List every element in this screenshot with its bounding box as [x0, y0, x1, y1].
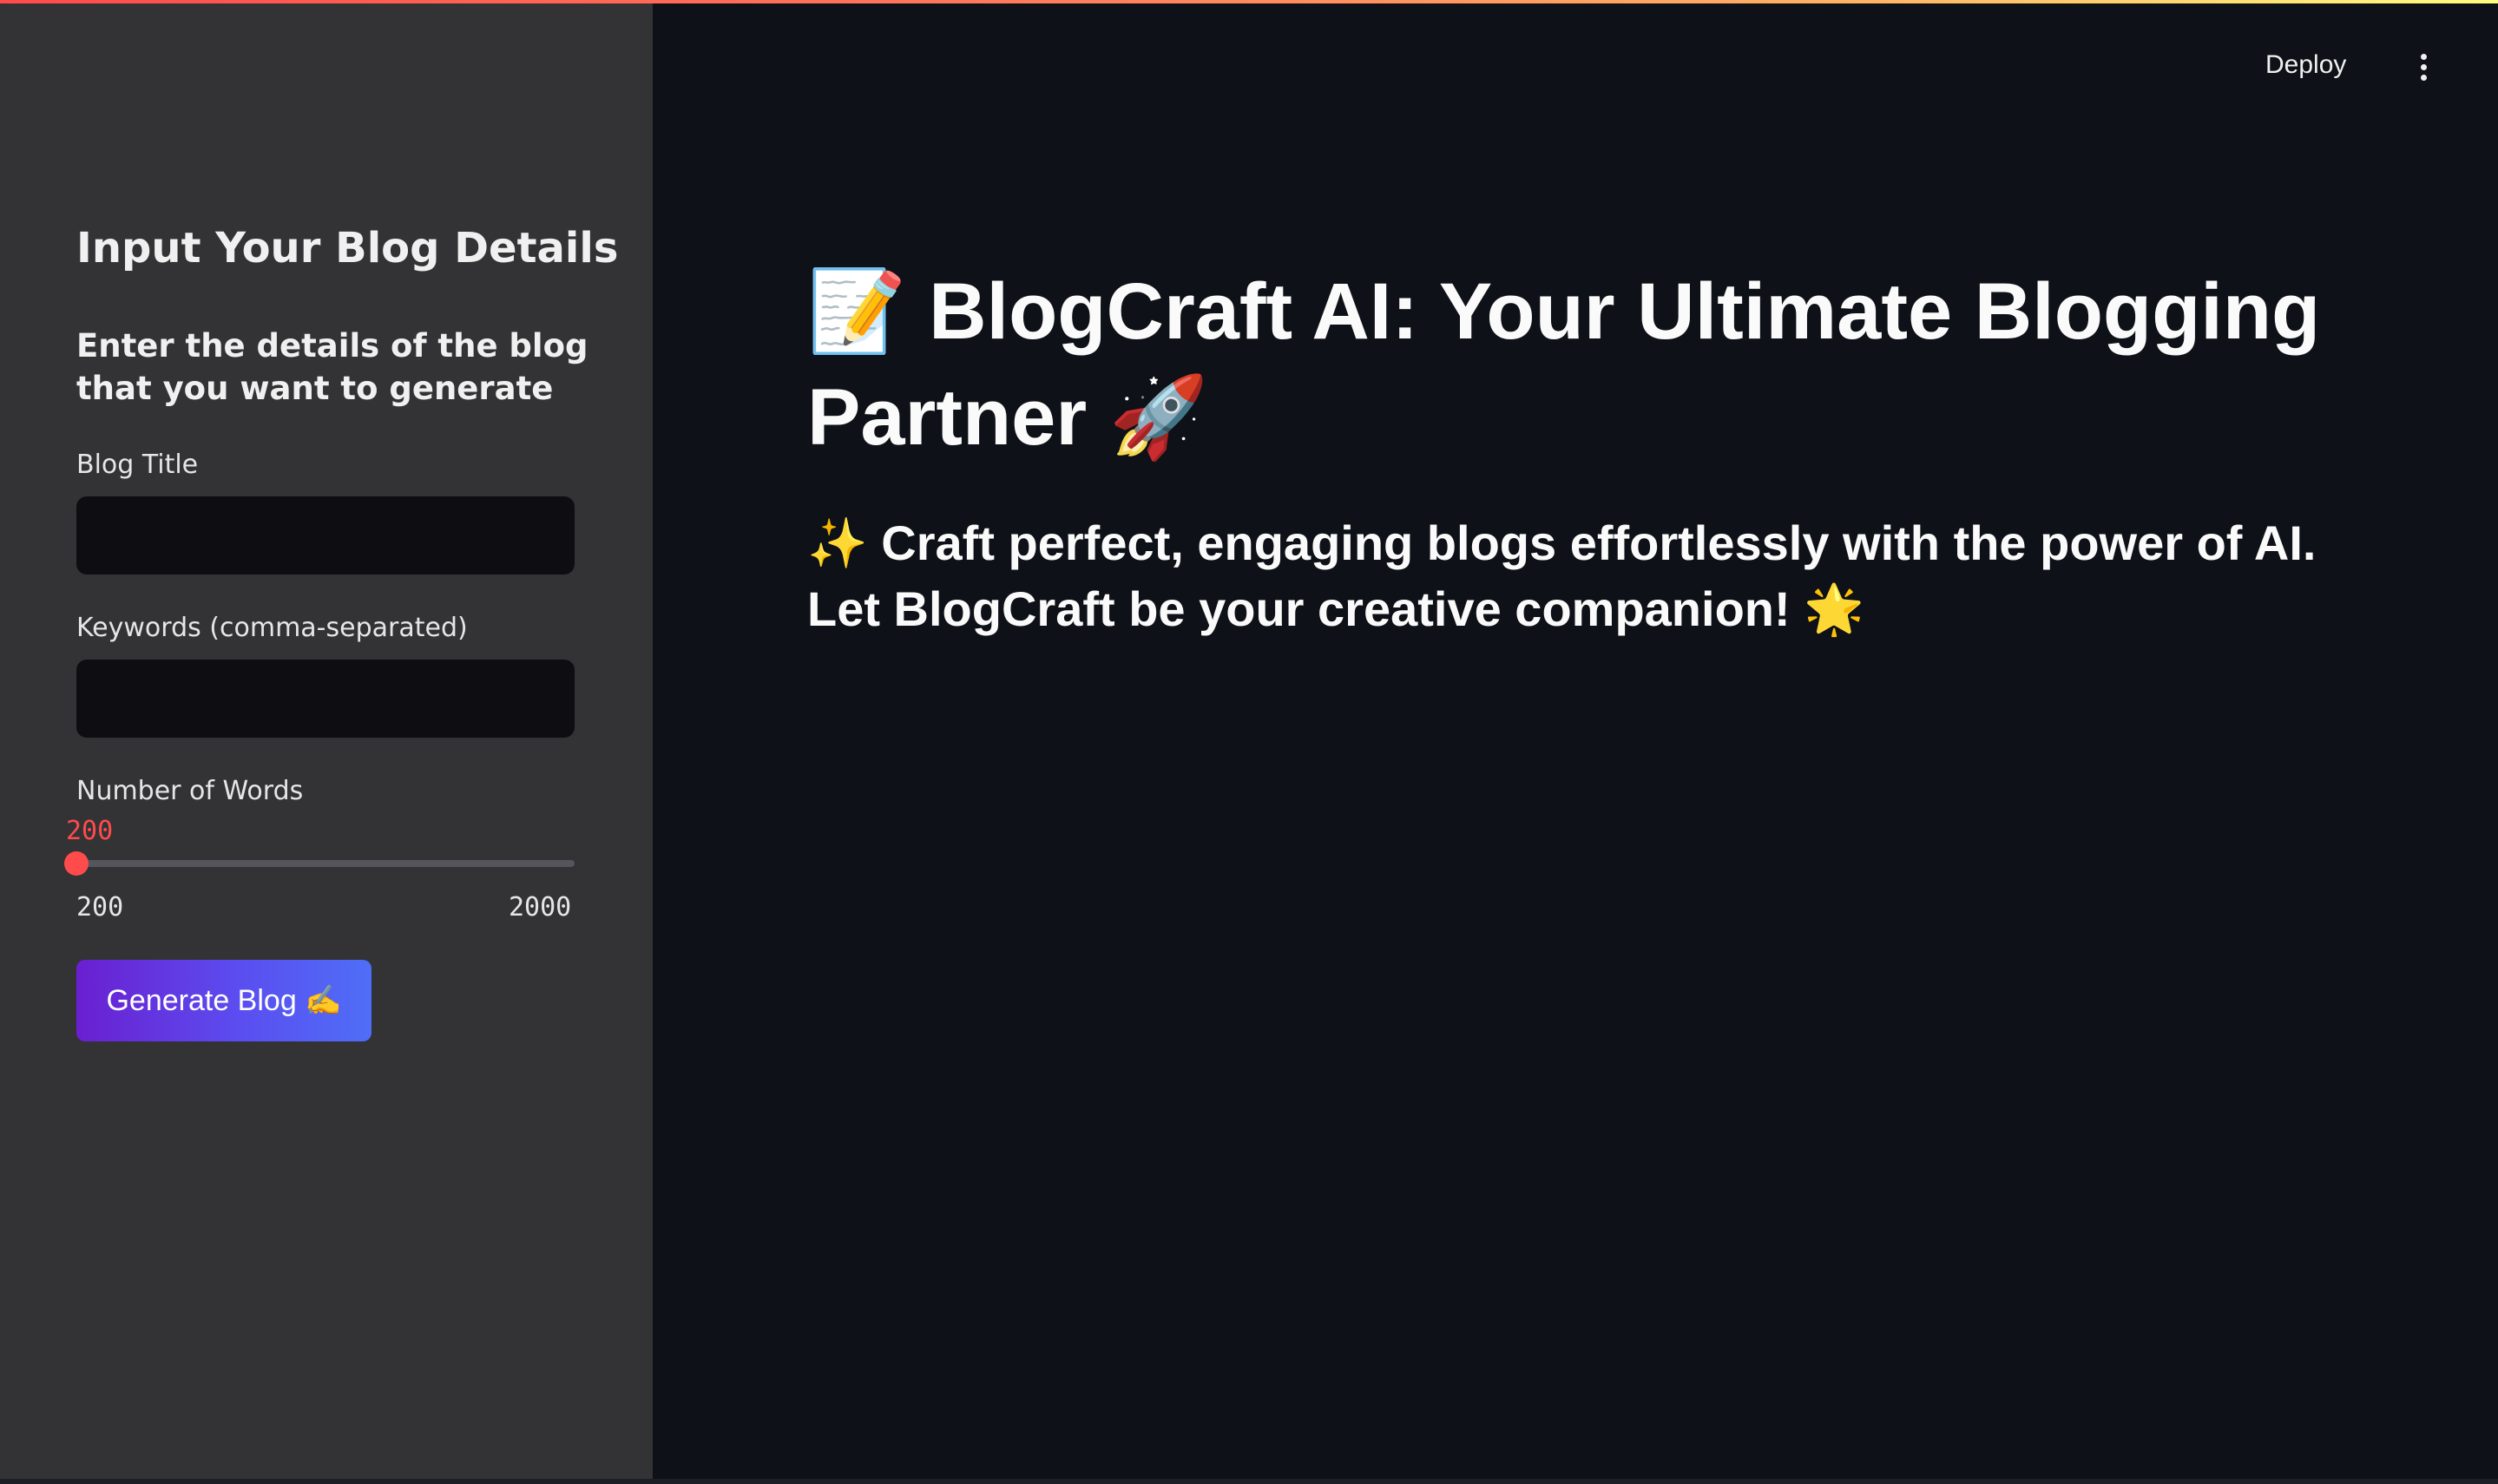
slider-current-value: 200 [66, 816, 114, 846]
sidebar-heading: Input Your Blog Details [76, 224, 619, 273]
blog-title-label: Blog Title [76, 450, 199, 480]
vertical-dots-icon[interactable] [2416, 54, 2430, 83]
slider-max-label: 2000 [509, 892, 572, 923]
top-accent-bar [0, 0, 2498, 3]
sidebar: Input Your Blog Details Enter the detail… [0, 0, 653, 1479]
app-window: Input Your Blog Details Enter the detail… [0, 0, 2498, 1484]
keywords-input[interactable] [76, 660, 575, 738]
page-title: 📝 BlogCraft AI: Your Ultimate Blogging P… [807, 267, 2321, 462]
word-count-slider-thumb[interactable] [64, 851, 89, 876]
deploy-button[interactable]: Deploy [2265, 50, 2346, 80]
word-count-slider-track[interactable] [76, 860, 575, 867]
generate-blog-button[interactable]: Generate Blog ✍️ [76, 960, 371, 1041]
slider-min-label: 200 [76, 892, 124, 923]
sidebar-subheading: Enter the details of the blog that you w… [76, 327, 588, 407]
word-count-label: Number of Words [76, 776, 304, 806]
blog-title-input[interactable] [76, 496, 575, 575]
keywords-label: Keywords (comma-separated) [76, 613, 468, 643]
bottom-bar [0, 1479, 2498, 1484]
page-subtitle: ✨ Craft perfect, engaging blogs effortle… [807, 515, 2317, 636]
